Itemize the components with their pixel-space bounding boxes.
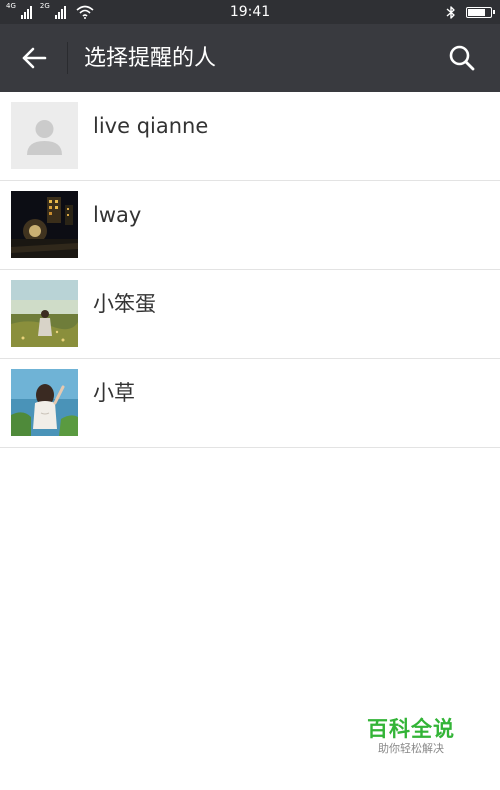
top-toolbar: 选择提醒的人 [0,24,500,92]
status-right-icons [446,4,495,20]
seaside-girl-photo [11,369,78,436]
watermark-logo: 百科全说 助你轻松解决 [360,716,462,756]
contact-name: 小笨蛋 [93,292,156,316]
contact-row[interactable]: lway [0,181,500,270]
contact-name: 小草 [93,381,135,405]
status-time: 19:41 [229,4,271,20]
back-arrow-icon [22,47,47,69]
contact-row[interactable]: 小笨蛋 [0,270,500,359]
search-button[interactable] [440,36,484,80]
search-icon [449,45,475,71]
contact-row[interactable]: 小草 [0,359,500,448]
meadow-girl-photo [11,280,78,347]
battery-icon [466,6,495,18]
page-title: 选择提醒的人 [84,46,217,71]
night-city-photo [11,191,78,258]
back-button[interactable] [6,33,62,83]
watermark-subtitle: 助你轻松解决 [378,742,444,755]
contact-name: live qianne [93,114,209,138]
bluetooth-icon [446,5,455,19]
contact-list: live qianne lway 小笨蛋 小草 [0,92,500,448]
toolbar-divider [67,42,68,74]
contact-row[interactable]: live qianne [0,92,500,181]
contact-name: lway [93,203,142,227]
status-bar: 4G 2G 19:41 [0,0,500,24]
watermark-title: 百科全说 [367,717,455,741]
default-avatar-icon [11,102,78,169]
